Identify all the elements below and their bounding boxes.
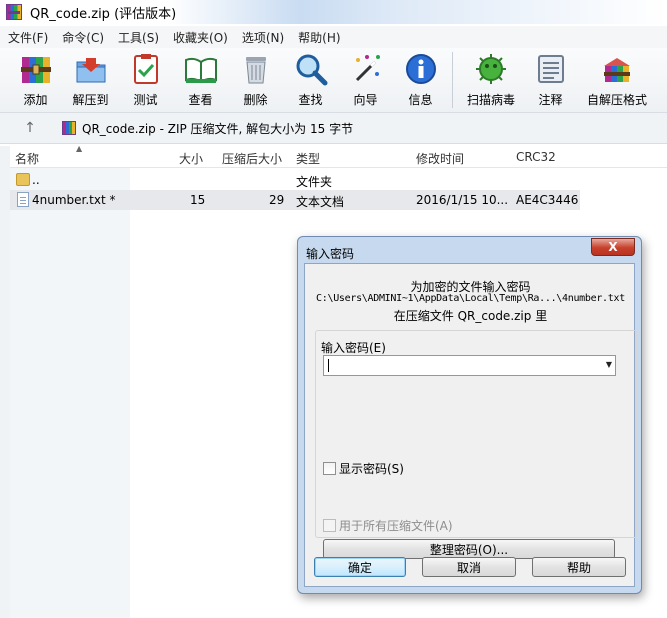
- file-modified: 2016/1/15 10...: [416, 193, 509, 207]
- extract-to-label: 解压到: [72, 93, 109, 107]
- virus-scan-icon: [474, 52, 508, 86]
- file-type: 文件夹: [296, 175, 333, 189]
- file-list-header: 名称 ▲ 大小 压缩后大小 类型 修改时间 CRC32: [10, 144, 667, 168]
- virus-scan-label: 扫描病毒: [466, 93, 515, 107]
- view-label: 查看: [188, 93, 213, 107]
- dialog-body: 为加密的文件输入密码 C:\Users\ADMINI~1\AppData\Loc…: [304, 263, 637, 587]
- organize-passwords-button[interactable]: 整理密码(O)...: [323, 539, 615, 559]
- dropdown-arrow-icon[interactable]: ▼: [606, 360, 612, 369]
- delete-button[interactable]: 删除: [228, 48, 283, 110]
- file-name: ..: [32, 173, 40, 187]
- menu-bar: 文件(F) 命令(C) 工具(S) 收藏夹(O) 选项(N) 帮助(H): [0, 26, 667, 48]
- use-for-all-checkbox[interactable]: 用于所有压缩文件(A): [323, 517, 453, 534]
- text-file-icon: [17, 192, 29, 207]
- show-password-checkbox[interactable]: 显示密码(S): [323, 460, 404, 477]
- find-label: 查找: [298, 93, 323, 107]
- ok-button[interactable]: 确定: [314, 557, 406, 577]
- trash-icon: [239, 52, 273, 86]
- zip-file-icon: [62, 121, 76, 135]
- info-label: 信息: [408, 93, 433, 107]
- test-icon: [129, 52, 163, 86]
- sort-asc-icon: ▲: [76, 144, 83, 153]
- add-label: 添加: [23, 93, 48, 107]
- add-archive-icon: [19, 52, 53, 86]
- list-left-margin: [0, 146, 10, 618]
- file-size: 15: [190, 193, 206, 207]
- file-type: 文本文档: [296, 195, 345, 209]
- view-button[interactable]: 查看: [173, 48, 228, 110]
- window-title: QR_code.zip (评估版本): [30, 6, 177, 22]
- winrar-app-icon: [6, 4, 22, 20]
- dialog-title: 输入密码: [306, 247, 355, 261]
- sfx-label: 自解压格式: [586, 93, 647, 107]
- toolbar-separator: [452, 52, 453, 108]
- cancel-button[interactable]: 取消: [422, 557, 516, 577]
- column-packed-size[interactable]: 压缩后大小: [222, 150, 282, 167]
- password-dialog: 输入密码 X 为加密的文件输入密码 C:\Users\ADMINI~1\AppD…: [297, 236, 642, 594]
- password-input[interactable]: ▼: [323, 355, 616, 376]
- column-crc32[interactable]: CRC32: [516, 150, 556, 164]
- column-type[interactable]: 类型: [296, 150, 320, 167]
- info-button[interactable]: 信息: [393, 48, 448, 110]
- checkbox-box[interactable]: [323, 519, 336, 532]
- title-bar: QR_code.zip (评估版本): [0, 0, 667, 24]
- view-book-icon: [184, 52, 218, 86]
- virus-scan-button[interactable]: 扫描病毒: [459, 48, 523, 110]
- menu-options[interactable]: 选项(N): [242, 29, 284, 46]
- prompt-archive: 在压缩文件 QR_code.zip 里: [393, 309, 548, 323]
- wizard-button[interactable]: 向导: [338, 48, 393, 110]
- wizard-wand-icon: [349, 52, 383, 86]
- comment-label: 注释: [538, 93, 563, 107]
- menu-help[interactable]: 帮助(H): [298, 29, 340, 46]
- info-icon: [404, 52, 438, 86]
- add-button[interactable]: 添加: [8, 48, 63, 110]
- checkbox-box[interactable]: [323, 462, 336, 475]
- wizard-label: 向导: [353, 93, 378, 107]
- help-button[interactable]: 帮助: [532, 557, 626, 577]
- text-caret: [328, 359, 329, 372]
- column-name[interactable]: 名称: [15, 150, 39, 167]
- sfx-button[interactable]: 自解压格式: [578, 48, 656, 110]
- menu-tools[interactable]: 工具(S): [118, 29, 159, 46]
- menu-commands[interactable]: 命令(C): [62, 29, 104, 46]
- up-arrow-icon[interactable]: ↑: [16, 116, 44, 140]
- find-button[interactable]: 查找: [283, 48, 338, 110]
- close-button[interactable]: X: [591, 238, 635, 256]
- extract-to-icon: [74, 52, 108, 86]
- column-modified[interactable]: 修改时间: [416, 150, 464, 167]
- file-crc32: AE4C3446: [516, 193, 579, 207]
- name-column-highlight: [10, 146, 130, 618]
- folder-icon: [16, 173, 30, 186]
- password-label: 输入密码(E): [321, 341, 386, 355]
- column-size[interactable]: 大小: [179, 150, 203, 167]
- test-label: 测试: [133, 93, 158, 107]
- prompt-file-path: C:\Users\ADMINI~1\AppData\Local\Temp\Ra.…: [316, 293, 625, 304]
- file-name: 4number.txt *: [32, 193, 116, 207]
- table-row[interactable]: .. 文件夹: [10, 170, 580, 190]
- file-packed-size: 29: [269, 193, 285, 207]
- comment-icon: [534, 52, 568, 86]
- extract-to-button[interactable]: 解压到: [63, 48, 118, 110]
- test-button[interactable]: 测试: [118, 48, 173, 110]
- archive-path: QR_code.zip - ZIP 压缩文件, 解包大小为 15 字节: [82, 121, 354, 136]
- show-password-label: 显示密码(S): [339, 462, 404, 476]
- menu-favorites[interactable]: 收藏夹(O): [173, 29, 228, 46]
- comment-button[interactable]: 注释: [523, 48, 578, 110]
- address-bar: ↑ QR_code.zip - ZIP 压缩文件, 解包大小为 15 字节: [0, 112, 667, 144]
- menu-file[interactable]: 文件(F): [8, 29, 48, 46]
- magnifier-icon: [294, 52, 328, 86]
- table-row[interactable]: 4number.txt * 15 29 文本文档 2016/1/15 10...…: [10, 190, 580, 210]
- delete-label: 删除: [243, 93, 268, 107]
- sfx-icon: [600, 52, 634, 86]
- toolbar: 添加 解压到 测试 查看 删除 查找 向导 信息 扫描病毒 注释 自解压格式: [0, 48, 667, 112]
- use-for-all-label: 用于所有压缩文件(A): [339, 519, 453, 533]
